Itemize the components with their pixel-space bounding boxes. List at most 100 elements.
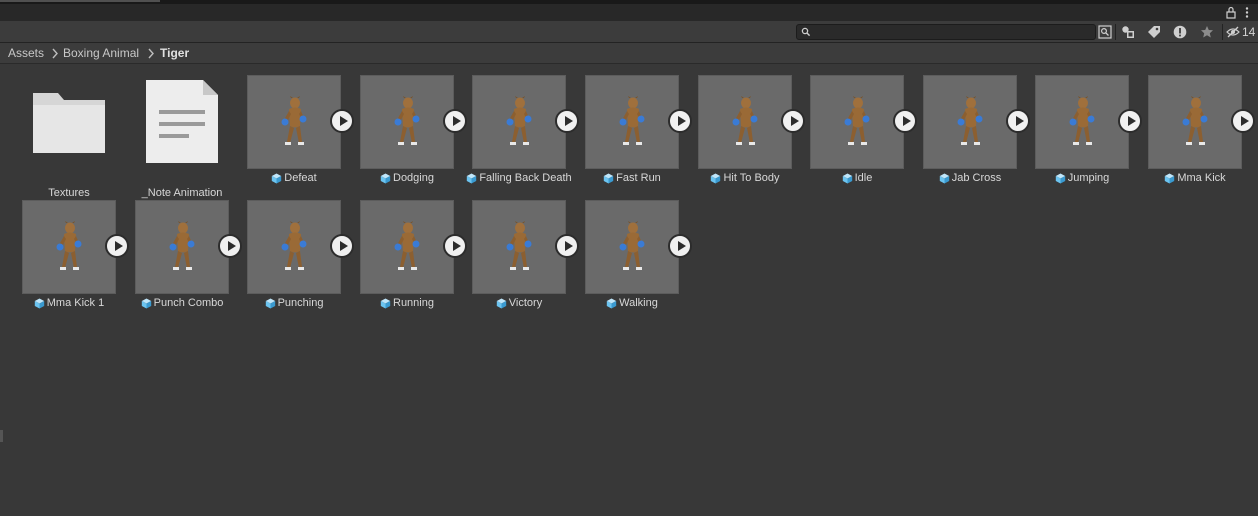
animation-thumbnail [360, 200, 454, 294]
animation-clip-item[interactable]: Dodging [360, 75, 472, 193]
tiger-boxer-icon [1182, 96, 1208, 145]
animation-clip-item[interactable]: Victory [472, 200, 584, 318]
animation-clip-name: Punch Combo [153, 297, 224, 309]
animation-clip-label: Defeat [239, 172, 349, 184]
tab-edge [0, 0, 160, 2]
more-options-icon[interactable] [1243, 6, 1251, 19]
model-cube-icon [606, 298, 617, 308]
animation-clip-name: Running [393, 297, 434, 309]
animation-clip-label: Fast Run [577, 172, 687, 184]
tiger-boxer-icon [732, 96, 758, 145]
animation-clip-name: Falling Back Death [479, 172, 572, 184]
tiger-boxer-icon [281, 221, 307, 270]
model-cube-icon [939, 173, 949, 183]
breadcrumb: Assets Boxing Animal Tiger [0, 43, 1258, 64]
animation-thumbnail [585, 75, 679, 169]
note-item[interactable]: _Note Animation [135, 79, 229, 199]
folder-label: Textures [48, 187, 90, 199]
animation-clip-item[interactable]: Jumping [1035, 75, 1147, 193]
play-button[interactable] [668, 234, 692, 258]
play-button[interactable] [330, 109, 354, 133]
animation-clip-item[interactable]: Punch Combo [135, 200, 247, 318]
play-button[interactable] [330, 234, 354, 258]
animation-clip-label: Jumping [1027, 172, 1137, 184]
animation-clip-name: Punching [277, 297, 324, 309]
chevron-right-icon [148, 48, 154, 59]
tiger-boxer-icon [619, 96, 645, 145]
animation-clip-label: Running [352, 297, 462, 309]
tiger-boxer-icon [281, 96, 307, 145]
tiger-boxer-icon [394, 96, 420, 145]
search-field[interactable] [796, 24, 1096, 40]
breadcrumb-boxing-animal[interactable]: Boxing Animal [63, 46, 139, 60]
model-cube-icon [380, 298, 391, 308]
lock-icon[interactable] [1225, 6, 1237, 19]
animation-clip-name: Walking [619, 297, 658, 309]
animation-thumbnail [810, 75, 904, 169]
animation-thumbnail [472, 75, 566, 169]
search-by-type-button[interactable] [1095, 23, 1115, 41]
animation-clip-item[interactable]: Fast Run [585, 75, 697, 193]
animation-clip-item[interactable]: Falling Back Death [467, 75, 584, 193]
animation-clip-item[interactable]: Defeat [247, 75, 359, 193]
play-button[interactable] [1118, 109, 1142, 133]
breadcrumb-tiger[interactable]: Tiger [160, 46, 189, 60]
animation-clip-item[interactable]: Walking [585, 200, 697, 318]
animation-thumbnail [1035, 75, 1129, 169]
model-cube-icon [496, 298, 506, 308]
toolbar-separator [1115, 24, 1116, 40]
animation-clip-item[interactable]: Mma Kick [1148, 75, 1258, 193]
animation-clip-item[interactable]: Mma Kick 1 [22, 200, 134, 318]
play-button[interactable] [668, 109, 692, 133]
animation-thumbnail [360, 75, 454, 169]
play-button[interactable] [893, 109, 917, 133]
model-cube-icon [842, 173, 852, 183]
side-edge [0, 430, 3, 442]
model-cube-icon [1055, 173, 1065, 183]
animation-clip-item[interactable]: Jab Cross [923, 75, 1035, 193]
breadcrumb-assets[interactable]: Assets [8, 46, 44, 60]
animation-clip-label: Punch Combo [127, 297, 237, 309]
play-button[interactable] [1006, 109, 1030, 133]
animation-clip-item[interactable]: Punching [247, 200, 359, 318]
tiger-boxer-icon [394, 221, 420, 270]
play-button[interactable] [555, 109, 579, 133]
animation-thumbnail [247, 75, 341, 169]
search-input[interactable] [813, 25, 1093, 39]
info-warning-icon [1173, 25, 1187, 39]
animation-clip-label: Mma Kick 1 [14, 297, 124, 309]
animation-clip-item[interactable]: Idle [810, 75, 922, 193]
animation-clip-label: Victory [464, 297, 574, 309]
play-button[interactable] [1231, 109, 1255, 133]
hidden-count-label: 14 [1242, 25, 1256, 39]
note-label: _Note Animation [141, 187, 223, 199]
play-button[interactable] [218, 234, 242, 258]
type-filter-icon [1122, 26, 1134, 38]
play-button[interactable] [105, 234, 129, 258]
play-button[interactable] [781, 109, 805, 133]
play-button[interactable] [443, 109, 467, 133]
star-icon [1201, 26, 1213, 38]
tiger-boxer-icon [844, 96, 870, 145]
animation-clip-label: Hit To Body [690, 172, 800, 184]
filter-by-type-button[interactable] [1118, 23, 1138, 41]
play-button[interactable] [443, 234, 467, 258]
animation-clip-label: Dodging [352, 172, 462, 184]
tiger-boxer-icon [506, 96, 532, 145]
animation-thumbnail [923, 75, 1017, 169]
animation-clip-name: Mma Kick [1177, 172, 1226, 184]
play-button[interactable] [555, 234, 579, 258]
log-types-button[interactable] [1170, 23, 1190, 41]
favorites-button[interactable] [1197, 23, 1217, 41]
animation-thumbnail [472, 200, 566, 294]
animation-thumbnail [22, 200, 116, 294]
animation-clip-label: Walking [577, 297, 687, 309]
animation-clip-item[interactable]: Hit To Body [698, 75, 810, 193]
animation-clip-name: Mma Kick 1 [46, 297, 105, 309]
filter-by-label-button[interactable] [1144, 23, 1164, 41]
model-cube-icon [467, 173, 477, 183]
folder-item[interactable]: Textures [22, 79, 116, 199]
animation-clip-item[interactable]: Running [360, 200, 472, 318]
animation-thumbnail [698, 75, 792, 169]
hidden-packages-toggle[interactable]: 14 [1226, 23, 1258, 41]
